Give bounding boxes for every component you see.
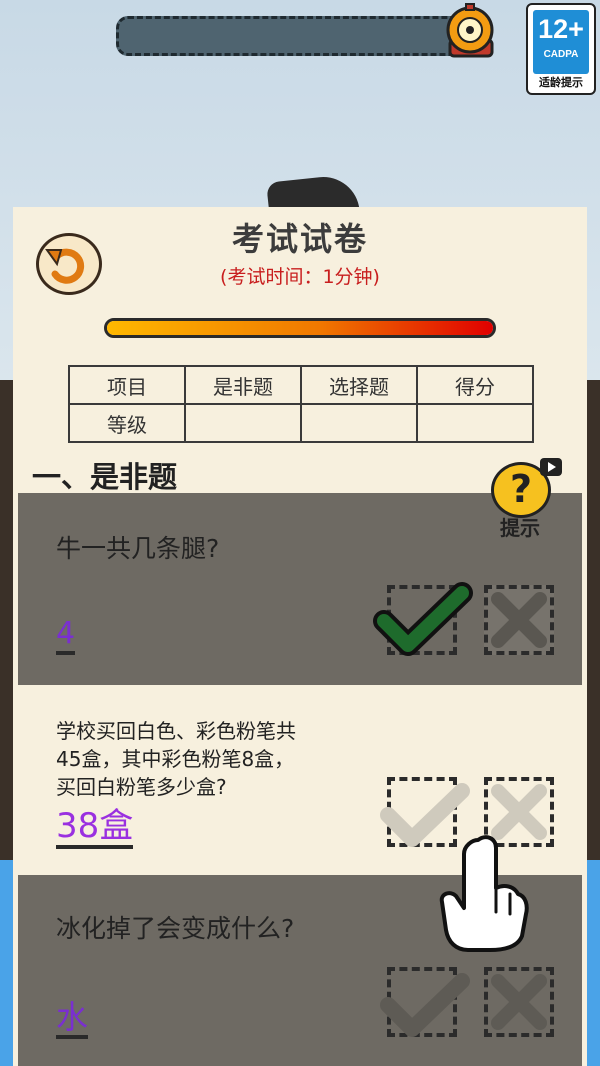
score-table-cell: 项目 (68, 365, 186, 405)
cross-icon (491, 592, 547, 648)
alarm-clock-icon (442, 2, 498, 62)
paper-subtitle: (考试时间：1分钟) (220, 266, 380, 288)
time-progress-fill (107, 321, 493, 335)
cross-icon (491, 974, 547, 1030)
question-line: 45盒，其中彩色粉笔8盒， (56, 747, 295, 771)
video-play-icon (540, 458, 562, 476)
age-rating-label: 适龄提示 (539, 76, 583, 89)
hint-label: 提示 (500, 516, 540, 540)
question-line: 买回白粉笔多少盒? (56, 775, 227, 799)
score-table-cell (416, 403, 534, 443)
answer-text: 4 (56, 619, 76, 655)
pointing-hand-icon (439, 835, 529, 952)
score-table-cell: 等级 (68, 403, 186, 443)
question-line: 学校买回白色、彩色粉笔共 (56, 719, 296, 743)
time-progress-bar (104, 318, 496, 338)
score-table-header-row: 项目 是非题 选择题 得分 (68, 365, 534, 405)
answer-text: 38盒 (56, 809, 134, 849)
paper-title: 考试试卷 (231, 220, 368, 258)
score-table-cell: 得分 (416, 365, 534, 405)
check-mark-icon (380, 973, 470, 1037)
hint-button[interactable]: ? 提示 (488, 458, 564, 540)
answer-text: 水 (56, 1001, 89, 1039)
question-text: 冰化掉了会变成什么? (56, 914, 295, 943)
age-rating-badge: 12+ CADPA 适龄提示 (526, 3, 596, 95)
question-text: 牛一共几条腿? (56, 534, 220, 563)
section-heading: 一、是非题 (32, 460, 178, 494)
timer-bar (116, 16, 484, 56)
age-rating-org: CADPA (543, 49, 579, 60)
score-table-grade-row: 等级 (68, 403, 534, 443)
score-table-cell (184, 403, 302, 443)
age-rating-box: 12+ CADPA (533, 10, 589, 74)
score-table-cell: 选择题 (300, 365, 418, 405)
score-table-cell: 是非题 (184, 365, 302, 405)
check-mark-icon (373, 582, 473, 656)
score-table: 项目 是非题 选择题 得分 等级 (68, 365, 534, 443)
age-rating-number: 12+ (538, 14, 584, 44)
score-table-cell (300, 403, 418, 443)
question-text: 学校买回白色、彩色粉笔共 45盒，其中彩色粉笔8盒， 买回白粉笔多少盒? (56, 717, 296, 801)
